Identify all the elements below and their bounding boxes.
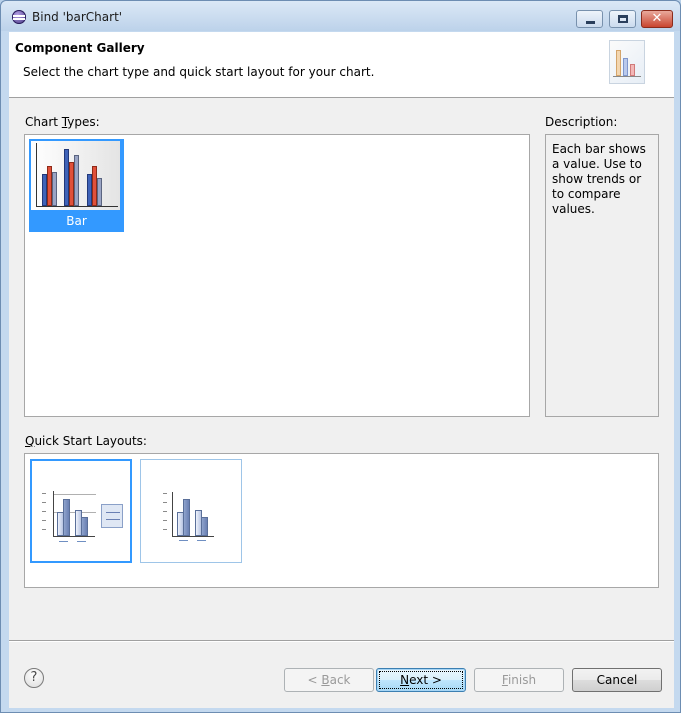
cancel-button[interactable]: Cancel [572,668,662,692]
description-text: Each bar shows a value. Use to show tren… [552,142,646,216]
wizard-window: Bind 'barChart' ✕ Component Gallery Sele… [0,0,681,713]
next-button[interactable]: Next > [376,668,466,692]
minimize-button[interactable] [576,10,603,28]
layout-bar-without-legend[interactable] [140,459,242,563]
page-description: Select the chart type and quick start la… [23,65,375,79]
minimize-icon [586,21,595,24]
window-title: Bind 'barChart' [32,10,123,24]
layout-bar-with-legend[interactable] [30,459,132,563]
close-button[interactable]: ✕ [641,10,673,28]
app-icon [12,10,26,24]
maximize-button[interactable] [609,10,636,28]
back-button[interactable]: < Back [284,668,374,692]
maximize-icon [618,15,628,23]
description-panel: Each bar shows a value. Use to show tren… [545,134,659,417]
button-bar-separator [9,640,674,642]
help-icon[interactable]: ? [24,668,44,688]
page-title: Component Gallery [15,41,145,55]
wizard-chart-icon [609,40,645,84]
wizard-content: Chart Types: Bar Description: Each bar s… [9,98,674,708]
finish-button[interactable]: Finish [474,668,564,692]
quick-start-label: Quick Start Layouts: [25,434,147,448]
description-label: Description: [545,115,618,129]
chart-types-list[interactable]: Bar [24,134,530,417]
chart-type-bar-label: Bar [66,214,87,228]
wizard-header: Component Gallery Select the chart type … [9,32,674,98]
bar-chart-icon [31,141,120,210]
chart-types-label: Chart Types: [25,115,100,129]
title-bar[interactable]: Bind 'barChart' ✕ [1,1,680,31]
focus-ring [379,671,463,689]
quick-start-layouts-list[interactable] [24,453,659,588]
chart-type-bar[interactable]: Bar [29,139,124,232]
close-icon: ✕ [651,11,663,26]
